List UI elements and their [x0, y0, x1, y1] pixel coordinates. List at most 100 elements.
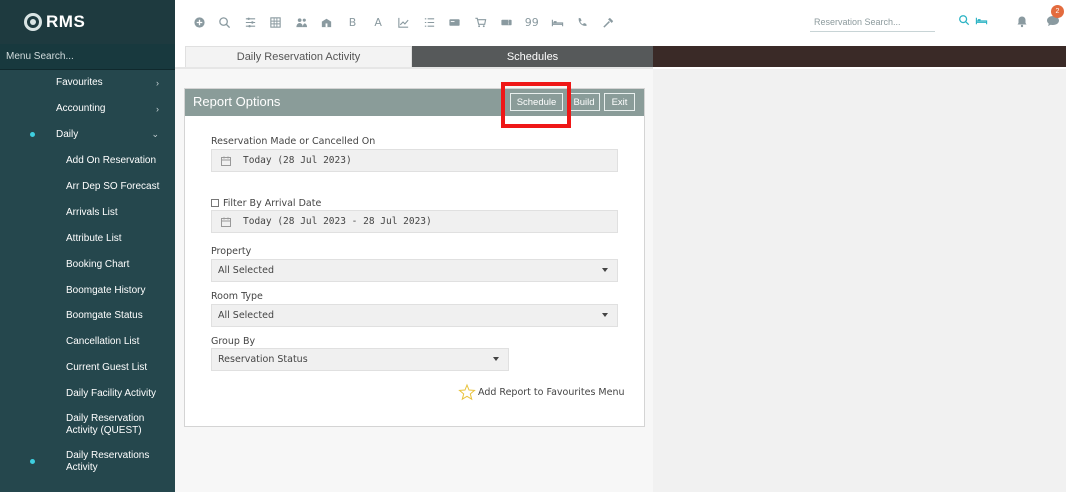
menu-search-input[interactable]: Menu Search... — [0, 44, 175, 70]
sidebar-item-boomgate-history[interactable]: Boomgate History — [0, 277, 175, 303]
building-icon[interactable] — [316, 11, 338, 33]
divider — [175, 67, 653, 69]
quote-icon[interactable]: 99 — [521, 11, 543, 33]
sidebar-item-current-guest-list[interactable]: Current Guest List — [0, 355, 175, 381]
logo-text: RMS — [46, 12, 86, 31]
grid-icon[interactable] — [265, 11, 287, 33]
sidebar-item-daily-reservations-activity[interactable]: Daily Reservations Activity — [0, 443, 175, 481]
caret-down-icon — [602, 268, 608, 272]
build-button[interactable]: Build — [568, 93, 600, 111]
exit-button[interactable]: Exit — [604, 93, 635, 111]
line-chart-icon[interactable] — [393, 11, 415, 33]
add-to-favourites-label: Add Report to Favourites Menu — [478, 386, 625, 398]
active-dot-icon — [30, 459, 35, 465]
room-type-select[interactable]: All Selected — [211, 304, 618, 327]
group-by-select[interactable]: Reservation Status — [211, 348, 509, 371]
sidebar-item-label: Daily — [56, 129, 79, 141]
star-icon — [458, 383, 476, 401]
sidebar-item-label: Cancellation List — [66, 336, 140, 348]
group-icon[interactable] — [290, 11, 312, 33]
toolbar: B A 99 — [188, 10, 623, 34]
hammer-icon[interactable] — [598, 11, 620, 33]
panel-title: Report Options — [193, 94, 281, 109]
card-icon[interactable] — [444, 11, 466, 33]
sidebar-item-daily-facility-activity[interactable]: Daily Facility Activity — [0, 381, 175, 407]
calendar-icon — [221, 217, 231, 227]
sidebar-item-label: Accounting — [56, 103, 106, 115]
room-type-label: Room Type — [211, 291, 263, 302]
sidebar-item-booking-chart[interactable]: Booking Chart — [0, 251, 175, 277]
sidebar-item-label: Daily Facility Activity — [66, 388, 157, 400]
sidebar-menu: Favourites › Accounting › Daily ⌄ Add On… — [0, 70, 175, 481]
notification-badge: 2 — [1051, 5, 1064, 18]
sidebar-item-label: Booking Chart — [66, 258, 130, 270]
sidebar-item-label: Attribute List — [66, 232, 122, 244]
bold-b-icon[interactable]: B — [342, 11, 364, 33]
logo[interactable]: RMS — [0, 0, 175, 44]
logo-icon — [24, 13, 42, 31]
add-to-favourites-link[interactable]: Add Report to Favourites Menu — [458, 383, 625, 401]
sidebar-item-arrivals-list[interactable]: Arrivals List — [0, 199, 175, 225]
sidebar-item-label: Favourites — [56, 77, 103, 89]
sidebar-item-label: Boomgate Status — [66, 310, 143, 322]
reservation-search-input[interactable] — [810, 12, 935, 32]
tab-bar: Daily Reservation Activity Schedules — [175, 44, 1066, 69]
tab-schedules[interactable]: Schedules — [412, 46, 653, 67]
chevron-down-icon: ⌄ — [151, 129, 159, 140]
search-icon[interactable] — [958, 14, 972, 28]
calendar-icon — [221, 156, 231, 166]
sidebar: Menu Search... Favourites › Accounting ›… — [0, 44, 175, 492]
sidebar-item-label: Daily Reservation Activity (QUEST) — [66, 412, 145, 436]
search-icon[interactable] — [214, 11, 236, 33]
sidebar-item-label: Arr Dep SO Forecast — [66, 181, 160, 192]
property-value: All Selected — [218, 265, 274, 276]
schedule-button[interactable]: Schedule — [510, 93, 563, 111]
sidebar-item-label: Boomgate History — [66, 284, 146, 296]
ticket-icon[interactable] — [495, 11, 517, 33]
caret-down-icon — [602, 313, 608, 317]
property-label: Property — [211, 246, 252, 257]
top-bar: RMS B A 99 Reservation Search... 2 — [0, 0, 1066, 44]
arrival-date-range-field[interactable]: Today (28 Jul 2023 - 28 Jul 2023) — [211, 210, 618, 233]
property-select[interactable]: All Selected — [211, 259, 618, 282]
sidebar-item-add-on-reservation[interactable]: Add On Reservation — [0, 148, 175, 174]
filter-arrival-checkbox[interactable] — [211, 199, 219, 207]
sidebar-item-label: Daily Reservations Activity — [66, 449, 150, 473]
group-by-label: Group By — [211, 336, 256, 347]
sidebar-item-cancellation-list[interactable]: Cancellation List — [0, 329, 175, 355]
font-a-icon[interactable]: A — [367, 11, 389, 33]
chevron-right-icon: › — [156, 77, 159, 88]
tab-daily-reservation-activity[interactable]: Daily Reservation Activity — [185, 46, 412, 67]
bed-icon[interactable] — [546, 11, 568, 33]
group-by-value: Reservation Status — [218, 354, 308, 365]
sidebar-item-label: Arrivals List — [66, 206, 118, 218]
chevron-right-icon: › — [156, 103, 159, 114]
sidebar-item-boomgate-status[interactable]: Boomgate Status — [0, 303, 175, 329]
arrival-date-range-value: Today (28 Jul 2023 - 28 Jul 2023) — [243, 216, 432, 227]
room-type-value: All Selected — [218, 310, 274, 321]
made-cancelled-value: Today (28 Jul 2023) — [243, 155, 352, 166]
sidebar-item-favourites[interactable]: Favourites › — [0, 70, 175, 96]
filter-arrival-text: Filter By Arrival Date — [223, 198, 322, 209]
filter-arrival-label[interactable]: Filter By Arrival Date — [211, 198, 321, 209]
bell-icon[interactable] — [1016, 15, 1028, 28]
sidebar-item-arr-dep-so-forecast[interactable]: Arr Dep SO Forecast — [0, 174, 175, 200]
menu-search-placeholder: Menu Search... — [6, 51, 74, 62]
sidebar-item-accounting[interactable]: Accounting › — [0, 96, 175, 122]
panel-header: Report Options Schedule Build Exit — [185, 89, 644, 116]
sliders-icon[interactable] — [239, 11, 261, 33]
right-panel — [653, 69, 1066, 492]
made-cancelled-date-field[interactable]: Today (28 Jul 2023) — [211, 149, 618, 172]
sidebar-item-daily-reservation-activity-quest[interactable]: Daily Reservation Activity (QUEST) — [0, 407, 175, 443]
made-cancelled-label: Reservation Made or Cancelled On — [211, 136, 376, 147]
bed-icon[interactable] — [975, 14, 989, 28]
active-dot-icon — [30, 132, 35, 138]
sidebar-item-daily[interactable]: Daily ⌄ — [0, 122, 175, 148]
add-circle-icon[interactable] — [188, 11, 210, 33]
sidebar-item-label: Current Guest List — [66, 362, 148, 374]
phone-icon[interactable] — [572, 11, 594, 33]
sidebar-item-attribute-list[interactable]: Attribute List — [0, 225, 175, 251]
list-icon[interactable] — [418, 11, 440, 33]
cart-icon[interactable] — [470, 11, 492, 33]
sidebar-item-label: Add On Reservation — [66, 155, 157, 167]
